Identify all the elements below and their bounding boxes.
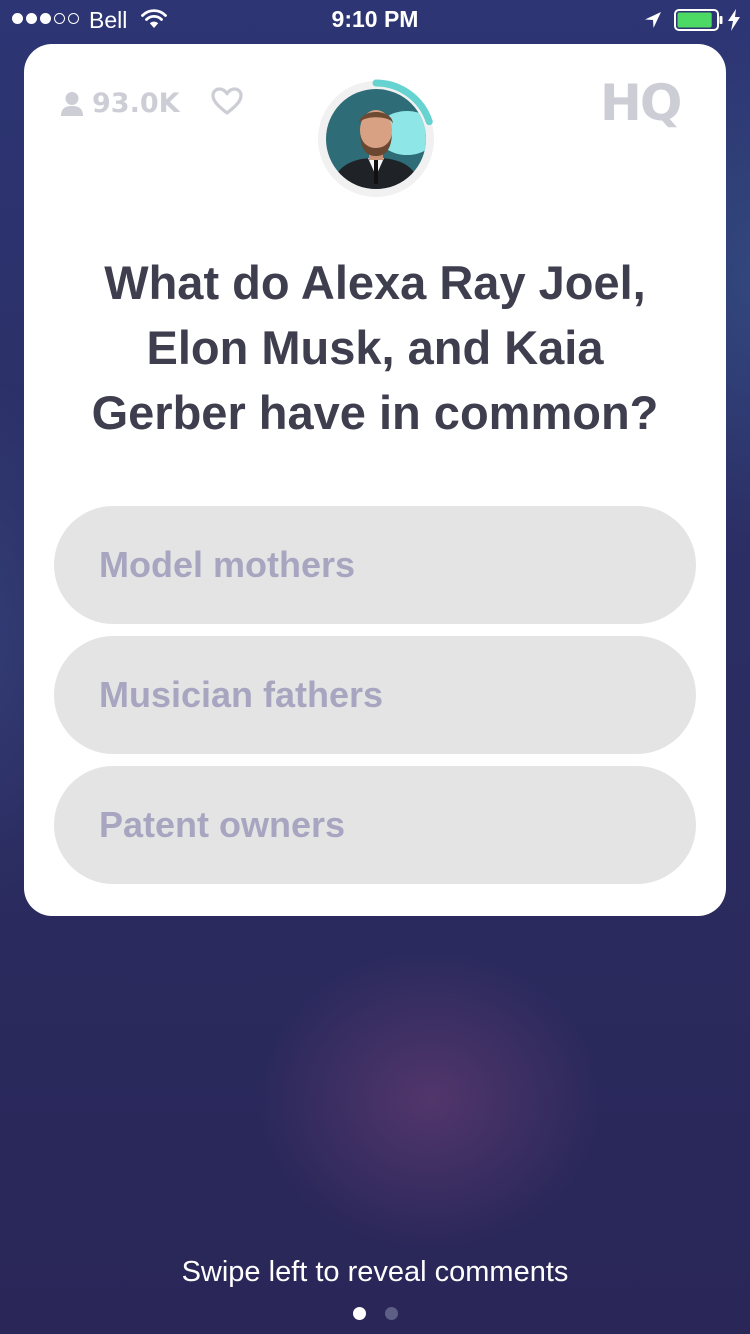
- page-dot-1[interactable]: [352, 1307, 366, 1320]
- charging-bolt-icon: [728, 9, 740, 31]
- battery-icon: [674, 9, 723, 31]
- person-icon: [61, 91, 83, 116]
- answer-option-3[interactable]: Patent owners: [54, 766, 696, 884]
- page-dot-2[interactable]: [384, 1307, 398, 1320]
- swipe-hint: Swipe left to reveal comments: [181, 1256, 569, 1288]
- viewer-count: 93.0K: [60, 88, 180, 119]
- hq-logo: HQ: [600, 74, 682, 132]
- viewer-count-label: 93.0K: [92, 88, 180, 119]
- answer-label: Musician fathers: [99, 674, 384, 715]
- question-card: 93.0K HQ What do Alexa Ray Joel, Elon Mu…: [24, 44, 726, 916]
- answer-option-1[interactable]: Model mothers: [54, 506, 696, 624]
- status-bar: Bell 9:10 PM: [0, 0, 750, 40]
- answer-label: Model mothers: [99, 544, 356, 585]
- question-text: What do Alexa Ray Joel, Elon Musk, and K…: [91, 256, 659, 439]
- heart-icon[interactable]: [210, 86, 244, 116]
- page-indicator[interactable]: [0, 1307, 750, 1320]
- location-arrow-icon: [645, 12, 661, 28]
- answer-label: Patent owners: [99, 804, 346, 845]
- status-time: 9:10 PM: [331, 6, 419, 32]
- host-avatar: [318, 79, 434, 197]
- answer-option-2[interactable]: Musician fathers: [54, 636, 696, 754]
